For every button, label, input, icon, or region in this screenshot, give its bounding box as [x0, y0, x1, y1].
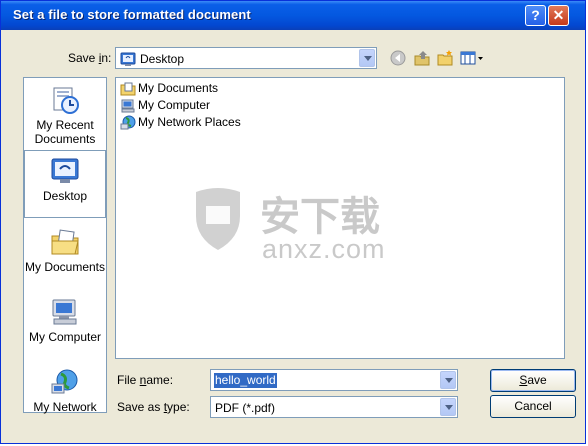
folder-documents-icon — [120, 82, 136, 96]
list-item[interactable]: My Computer — [120, 97, 210, 113]
save-in-label: Save in: — [68, 51, 112, 65]
place-my-network[interactable]: My Network — [24, 366, 106, 414]
up-folder-icon[interactable] — [413, 49, 431, 70]
window-title: Set a file to store formatted document — [13, 7, 251, 22]
desktop-small-icon — [120, 51, 136, 70]
file-name-label: File name: — [117, 373, 174, 387]
recent-documents-icon — [49, 84, 81, 116]
chevron-down-icon[interactable] — [440, 371, 456, 389]
place-label: My Documents — [24, 260, 106, 274]
close-button[interactable]: ✕ — [548, 5, 569, 26]
file-name-value[interactable]: hello_world — [214, 373, 277, 388]
list-item[interactable]: My Documents — [120, 80, 218, 96]
back-icon[interactable] — [390, 50, 406, 69]
chevron-down-icon[interactable] — [440, 398, 456, 416]
computer-icon — [121, 99, 135, 113]
place-label: My Recent Documents — [34, 118, 96, 146]
save-as-type-dropdown[interactable]: PDF (*.pdf) — [210, 396, 458, 418]
file-list[interactable]: My Documents My Computer My Network Plac… — [115, 77, 565, 359]
save-dialog: Set a file to store formatted document ?… — [0, 0, 586, 444]
save-in-value: Desktop — [140, 52, 185, 66]
save-button[interactable]: Save — [490, 369, 576, 392]
network-icon — [120, 115, 136, 130]
place-my-documents[interactable]: My Documents — [24, 226, 106, 274]
list-item[interactable]: My Network Places — [120, 114, 241, 130]
place-label: My Network — [33, 400, 97, 414]
place-label: My Computer — [28, 330, 102, 344]
place-label: Desktop — [42, 189, 88, 203]
my-documents-icon — [49, 226, 81, 258]
chevron-down-icon[interactable] — [359, 49, 375, 67]
save-in-dropdown[interactable]: Desktop — [115, 47, 377, 69]
save-as-type-value: PDF (*.pdf) — [215, 401, 276, 415]
help-button[interactable]: ? — [525, 5, 546, 26]
my-network-icon — [49, 366, 81, 398]
cancel-button[interactable]: Cancel — [490, 395, 576, 418]
desktop-icon — [49, 155, 81, 187]
new-folder-icon[interactable] — [436, 49, 454, 70]
place-recent-documents[interactable]: My Recent Documents — [24, 84, 106, 146]
watermark-domain: anxz.com — [262, 234, 386, 264]
watermark: 安下载 anxz.com — [188, 182, 428, 272]
title-bar[interactable]: Set a file to store formatted document ?… — [1, 1, 585, 30]
shield-logo-icon — [196, 188, 240, 250]
place-desktop[interactable]: Desktop — [24, 150, 106, 218]
save-as-type-label: Save as type: — [117, 400, 190, 414]
place-my-computer[interactable]: My Computer — [24, 296, 106, 344]
places-bar: My Recent Documents Desktop My Documents… — [23, 77, 107, 414]
view-menu-icon[interactable] — [460, 50, 484, 69]
file-name-input[interactable]: hello_world — [210, 369, 458, 391]
my-computer-icon — [49, 296, 81, 328]
